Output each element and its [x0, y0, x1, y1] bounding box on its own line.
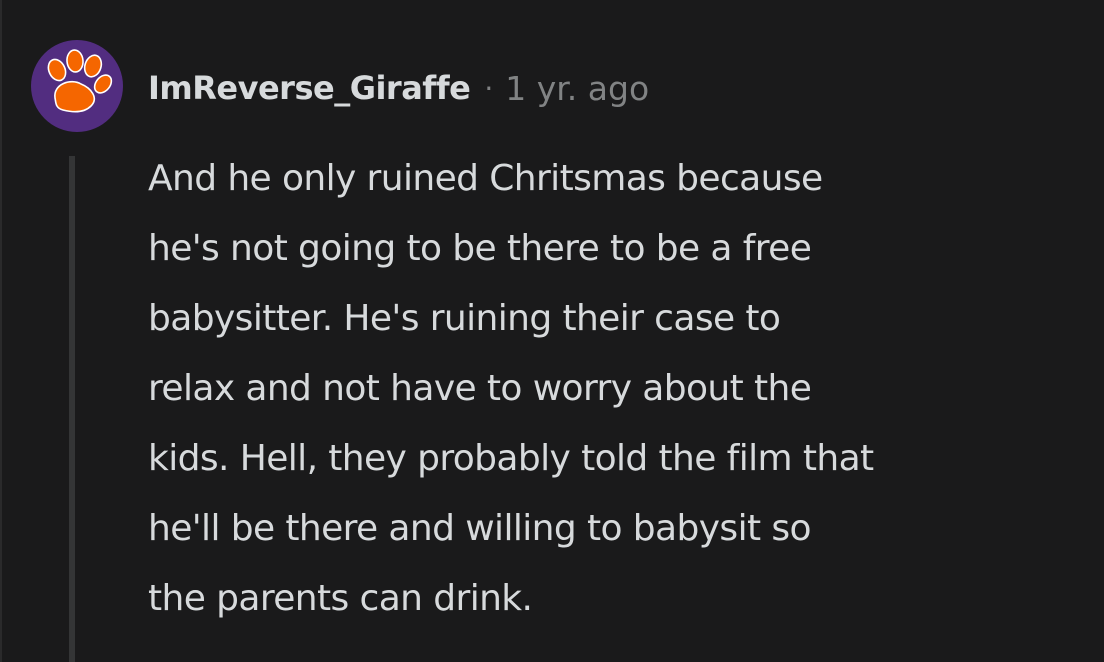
comment-timestamp[interactable]: 1 yr. ago	[505, 69, 649, 108]
left-rail	[0, 0, 2, 662]
separator-dot: ·	[484, 71, 494, 105]
comment-header: ImReverse_Giraffe · 1 yr. ago	[148, 62, 649, 114]
comment-body: And he only ruined Chritsmas because he'…	[148, 158, 874, 619]
avatar[interactable]	[31, 40, 123, 132]
paw-print-icon	[47, 49, 113, 113]
author-username[interactable]: ImReverse_Giraffe	[148, 69, 471, 107]
thread-collapse-line[interactable]	[69, 156, 75, 662]
comment: ImReverse_Giraffe · 1 yr. ago And he onl…	[0, 0, 1104, 662]
